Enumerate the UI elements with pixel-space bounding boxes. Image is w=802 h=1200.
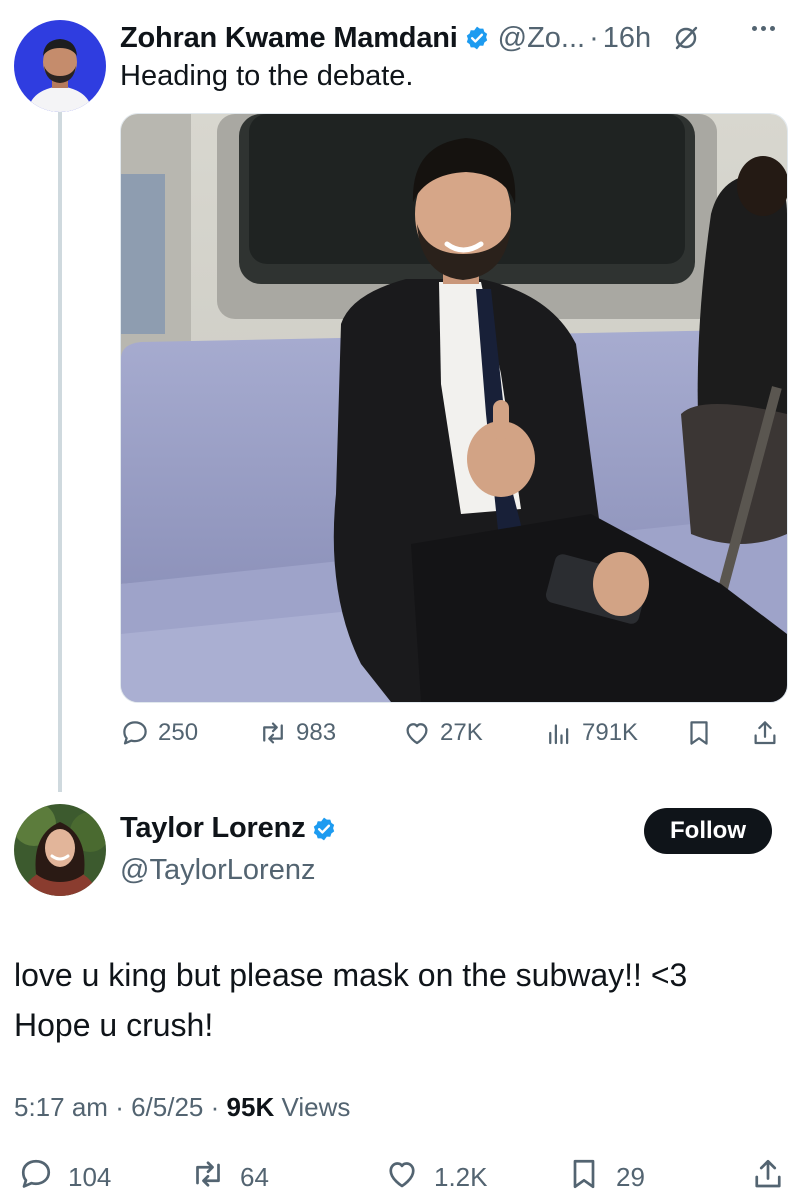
reply-views-label: Views [281, 1092, 351, 1122]
bookmark-icon [566, 1156, 602, 1199]
reply-icon [18, 1156, 54, 1199]
post-time[interactable]: 16h [603, 22, 651, 55]
verified-badge-icon [311, 816, 337, 842]
repost-button[interactable]: 983 [258, 718, 336, 748]
views-icon [544, 718, 574, 748]
verified-badge-icon [464, 25, 490, 51]
reply-time[interactable]: 5:17 am [14, 1092, 108, 1122]
separator-dot: · [210, 1092, 220, 1122]
reply-author-name[interactable]: Taylor Lorenz [120, 812, 306, 845]
reply-views-count: 95K [226, 1092, 275, 1122]
reply-date[interactable]: 6/5/25 [131, 1092, 203, 1122]
like-count: 27K [440, 719, 483, 746]
reply-meta: 5:17 am · 6/5/25 · 95K Views [14, 1092, 350, 1123]
reply-author-avatar[interactable] [14, 804, 106, 896]
thread-line [58, 112, 62, 792]
share-icon [750, 1156, 786, 1199]
reply-icon [120, 718, 150, 748]
reply-bookmark-button[interactable]: 29 [566, 1156, 645, 1199]
reply-like-count: 1.2K [434, 1162, 488, 1192]
bookmark-button[interactable] [684, 718, 714, 748]
tweet-text: Heading to the debate. [120, 60, 414, 92]
reply-count: 250 [158, 719, 199, 746]
share-button[interactable] [750, 718, 780, 748]
reply-repost-count: 64 [240, 1162, 269, 1192]
tweet-photo[interactable] [120, 113, 788, 703]
reply-reply-button[interactable]: 104 [18, 1156, 111, 1199]
separator-dot: · [589, 21, 599, 54]
reply-text-line-2: Hope u crush! [14, 1007, 214, 1043]
reply-share-button[interactable] [750, 1156, 786, 1199]
grok-icon[interactable] [673, 25, 699, 51]
tweet-action-bar: 250 983 27K 791K [120, 718, 786, 758]
author-avatar[interactable] [14, 20, 106, 112]
separator-dot: · [115, 1092, 124, 1122]
repost-count: 983 [296, 719, 337, 746]
reply-text: love u king but please mask on the subwa… [14, 950, 784, 1050]
views-count: 791K [582, 719, 639, 746]
reply-button[interactable]: 250 [120, 718, 198, 748]
reply-repost-button[interactable]: 64 [190, 1156, 269, 1199]
repost-icon [190, 1156, 226, 1199]
reply-bookmark-count: 29 [616, 1162, 645, 1192]
like-icon [384, 1156, 420, 1199]
share-icon [750, 718, 780, 748]
author-name[interactable]: Zohran Kwame Mamdani [120, 22, 458, 55]
like-icon [402, 718, 432, 748]
repost-icon [258, 718, 288, 748]
more-icon[interactable] [752, 26, 775, 31]
reply-reply-count: 104 [68, 1162, 112, 1192]
reply-name-row: Taylor Lorenz [120, 812, 337, 845]
author-handle[interactable]: @Zo... [498, 22, 585, 55]
like-button[interactable]: 27K [402, 718, 483, 748]
reply-action-bar: 104 64 1.2K 29 [14, 1156, 790, 1200]
follow-button[interactable]: Follow [644, 808, 772, 854]
reply-text-line-1: love u king but please mask on the subwa… [14, 957, 688, 993]
tweet-header: Zohran Kwame Mamdani @Zo... · 16h [120, 16, 699, 60]
reply-like-button[interactable]: 1.2K [384, 1156, 488, 1199]
views-button[interactable]: 791K [544, 718, 638, 748]
reply-author-handle[interactable]: @TaylorLorenz [120, 854, 315, 887]
bookmark-icon [684, 718, 714, 748]
